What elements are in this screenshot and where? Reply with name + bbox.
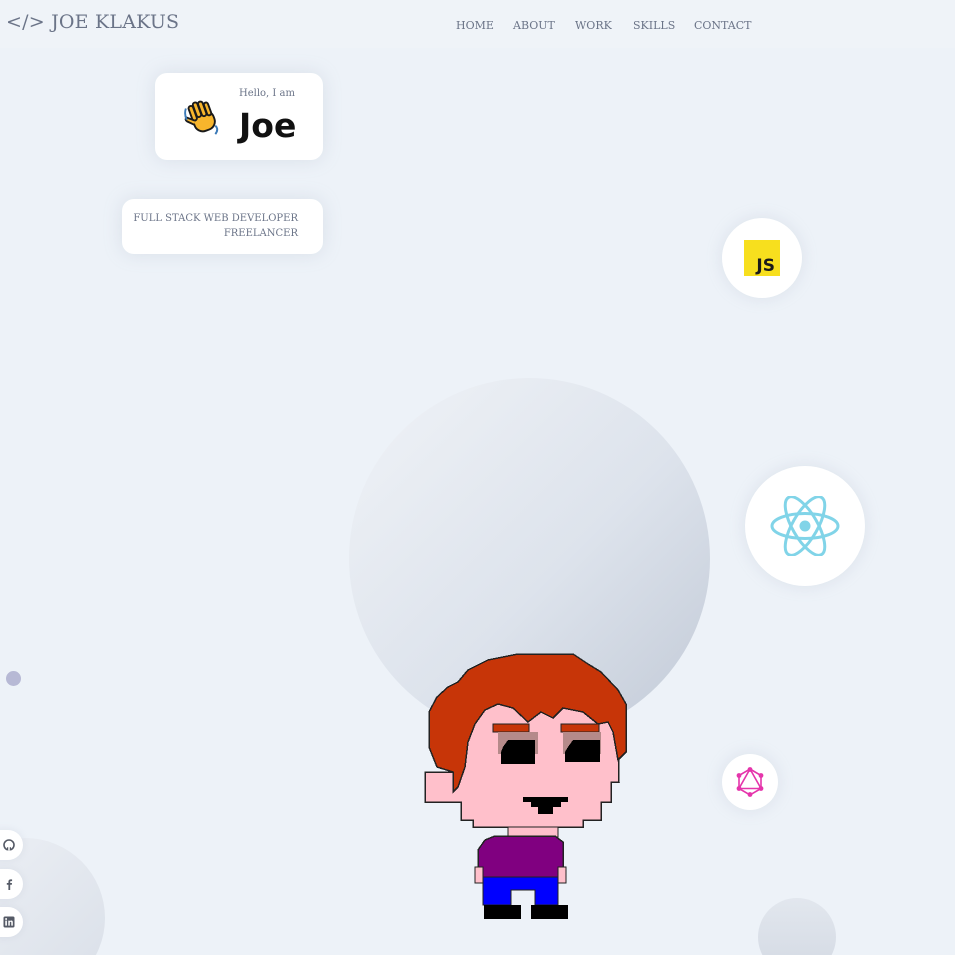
svg-text:JS: JS — [755, 256, 775, 276]
nav-skills-link[interactable]: SKILLS — [633, 19, 675, 32]
linkedin-icon — [3, 916, 15, 928]
nav-work-link[interactable]: WORK — [575, 19, 612, 32]
skill-bubble-react — [745, 466, 865, 586]
role-line: FULL STACK WEB DEVELOPER — [133, 213, 298, 224]
decorative-dot — [6, 671, 21, 686]
pixel-avatar-illustration — [424, 653, 627, 919]
waving-hand-icon — [184, 100, 219, 135]
nav-contact-link[interactable]: CONTACT — [694, 19, 752, 32]
skill-bubble-graphql — [722, 754, 778, 810]
skill-bubble-javascript: JS — [722, 218, 802, 298]
graphql-icon — [736, 767, 764, 797]
portfolio-page: </> JOE KLAKUS HOME ABOUT WORK SKILLS CO… — [0, 0, 955, 955]
greeting-card: Hello, I am Joe — [155, 73, 323, 160]
github-icon — [3, 839, 15, 851]
site-logo[interactable]: </> JOE KLAKUS — [6, 11, 179, 33]
top-header: </> JOE KLAKUS HOME ABOUT WORK SKILLS CO… — [0, 0, 955, 48]
nav-about-link[interactable]: ABOUT — [513, 19, 555, 32]
decorative-circle — [758, 898, 836, 955]
nav-home-link[interactable]: HOME — [456, 19, 494, 32]
greeting-text: Hello, I am — [239, 88, 295, 99]
role-card: FULL STACK WEB DEVELOPER FREELANCER — [122, 199, 323, 254]
facebook-icon — [6, 879, 13, 890]
role-line: FREELANCER — [223, 228, 298, 239]
name-heading: Joe — [239, 106, 297, 145]
react-icon — [770, 496, 840, 556]
javascript-icon: JS — [744, 240, 780, 276]
